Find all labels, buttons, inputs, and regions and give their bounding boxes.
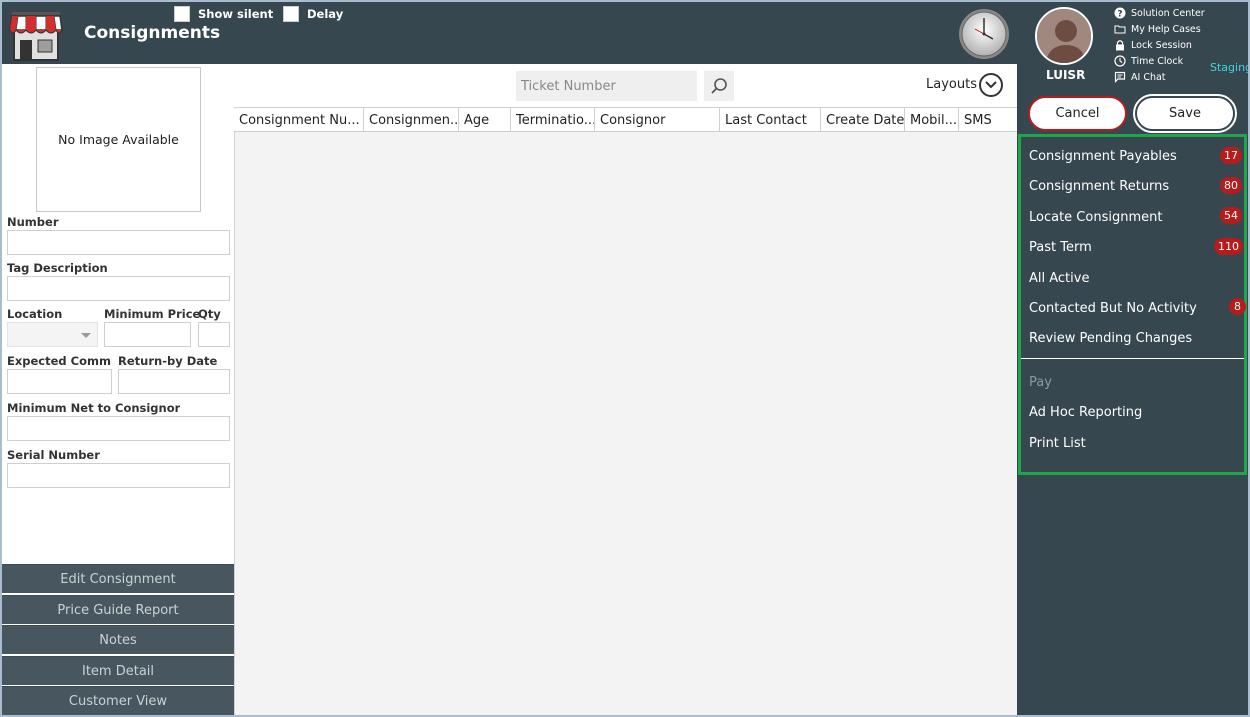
count-badge: 80	[1220, 177, 1242, 194]
column-header[interactable]: Consignmen...	[364, 108, 459, 132]
count-badge: 17	[1220, 147, 1242, 164]
menu-item-print-list[interactable]: Print List	[1029, 436, 1086, 451]
grid-body[interactable]	[234, 132, 1017, 715]
expected-commission-label: Expected Commi...	[7, 354, 112, 368]
serial-number-label: Serial Number	[7, 448, 100, 462]
menu-divider	[1021, 358, 1244, 359]
solution-center-label: Solution Center	[1131, 7, 1205, 19]
menu-item-all-active[interactable]: All Active	[1029, 271, 1089, 286]
environment-label: Staging	[1210, 61, 1250, 74]
delay-label: Delay	[307, 7, 344, 21]
help-icon: ?	[1114, 7, 1126, 19]
return-by-date-label: Return-by Date	[118, 354, 218, 368]
right-panel: LUISR ? Solution Center My Help Cases Lo…	[1017, 2, 1250, 715]
top-links: ? Solution Center My Help Cases Lock Ses…	[1114, 5, 1205, 85]
minimum-net-label: Minimum Net to Consignor	[7, 401, 181, 415]
number-label: Number	[7, 215, 59, 229]
cancel-button[interactable]: Cancel	[1028, 96, 1127, 131]
item-detail-button[interactable]: Item Detail	[2, 656, 234, 685]
column-header[interactable]: Create Date	[821, 108, 905, 132]
menu-item-consignment-payables[interactable]: Consignment Payables	[1029, 149, 1177, 164]
qty-label: Qty	[198, 307, 221, 321]
ticket-number-input[interactable]: Ticket Number	[516, 71, 697, 101]
item-image: No Image Available	[36, 67, 201, 212]
time-clock-label: Time Clock	[1131, 55, 1184, 67]
folder-icon	[1114, 23, 1126, 35]
edit-consignment-button[interactable]: Edit Consignment	[2, 564, 234, 593]
count-badge: 110	[1214, 238, 1243, 255]
tag-description-label: Tag Description	[7, 261, 108, 275]
no-image-text: No Image Available	[58, 132, 179, 147]
svg-text:?: ?	[1117, 10, 1122, 20]
avatar[interactable]	[1035, 7, 1093, 65]
page-title: Consignments	[84, 23, 221, 43]
user-avatar-icon	[1037, 9, 1091, 63]
column-header[interactable]: SMS	[959, 108, 1017, 132]
customer-view-button[interactable]: Customer View	[2, 686, 234, 715]
location-label: Location	[7, 307, 63, 321]
menu-item-past-term[interactable]: Past Term	[1029, 240, 1092, 255]
clock-icon[interactable]	[957, 7, 1011, 61]
column-header[interactable]: Mobil...	[905, 108, 959, 132]
column-header[interactable]: Consignor	[595, 108, 720, 132]
menu-item-contacted-but-no-activity[interactable]: Contacted But No Activity	[1029, 301, 1197, 316]
menu-item-consignment-returns[interactable]: Consignment Returns	[1029, 179, 1169, 194]
count-badge: 8	[1229, 298, 1246, 315]
menu-item-pay: Pay	[1029, 375, 1052, 390]
lock-session-link[interactable]: Lock Session	[1114, 37, 1205, 53]
qty-field[interactable]	[198, 322, 230, 347]
delay-checkbox[interactable]: Delay	[283, 6, 343, 22]
minimum-price-label: Minimum Price	[104, 307, 201, 321]
username: LUISR	[1046, 68, 1086, 82]
checkbox-box[interactable]	[174, 6, 190, 22]
location-select[interactable]	[7, 322, 98, 347]
column-header[interactable]: Age	[459, 108, 511, 132]
my-help-cases-link[interactable]: My Help Cases	[1114, 21, 1205, 37]
menu-item-locate-consignment[interactable]: Locate Consignment	[1029, 210, 1162, 225]
consignment-grid-panel: Ticket Number Layouts Consignment Nu... …	[234, 64, 1017, 715]
menu-item-review-pending-changes[interactable]: Review Pending Changes	[1029, 331, 1192, 346]
search-icon	[711, 78, 727, 94]
store-icon	[9, 12, 63, 61]
my-help-cases-label: My Help Cases	[1131, 23, 1201, 35]
serial-number-field[interactable]	[7, 463, 230, 488]
ai-chat-link[interactable]: AI Chat	[1114, 69, 1205, 85]
search-button[interactable]	[704, 71, 734, 101]
tag-description-field[interactable]	[7, 276, 230, 301]
expected-commission-field[interactable]	[7, 369, 112, 394]
checkbox-box[interactable]	[283, 6, 299, 22]
price-guide-report-button[interactable]: Price Guide Report	[2, 595, 234, 624]
show-silent-checkbox[interactable]: Show silent	[174, 6, 273, 22]
ai-chat-label: AI Chat	[1131, 71, 1166, 83]
notes-button[interactable]: Notes	[2, 625, 234, 654]
number-field[interactable]	[7, 230, 230, 255]
column-header[interactable]: Consignment Nu...	[234, 108, 364, 132]
consignment-menu: Consignment Payables 17 Consignment Retu…	[1018, 134, 1247, 475]
save-button[interactable]: Save	[1133, 94, 1237, 133]
layouts-button[interactable]	[979, 73, 1003, 97]
chat-icon	[1114, 71, 1126, 83]
time-clock-link[interactable]: Time Clock	[1114, 53, 1205, 69]
minimum-net-field[interactable]	[7, 416, 230, 441]
solution-center-link[interactable]: ? Solution Center	[1114, 5, 1205, 21]
menu-item-ad-hoc-reporting[interactable]: Ad Hoc Reporting	[1029, 405, 1142, 420]
show-silent-label: Show silent	[198, 7, 274, 21]
column-header[interactable]: Last Contact	[720, 108, 821, 132]
layouts-label: Layouts	[926, 77, 977, 92]
app-header: Consignments Show silent Delay	[2, 2, 1017, 64]
count-badge: 54	[1220, 207, 1242, 224]
lock-session-label: Lock Session	[1131, 39, 1192, 51]
lock-icon	[1114, 39, 1126, 51]
grid-header: Consignment Nu... Consignmen... Age Term…	[234, 107, 1017, 132]
minimum-price-field[interactable]	[104, 322, 191, 347]
clock-icon	[1114, 55, 1126, 67]
return-by-date-field[interactable]	[118, 369, 230, 394]
column-header[interactable]: Terminatio...	[511, 108, 595, 132]
chevron-down-icon	[81, 333, 91, 338]
chevron-down-icon	[985, 81, 997, 89]
item-detail-panel: No Image Available Number Tag Descriptio…	[2, 64, 234, 715]
